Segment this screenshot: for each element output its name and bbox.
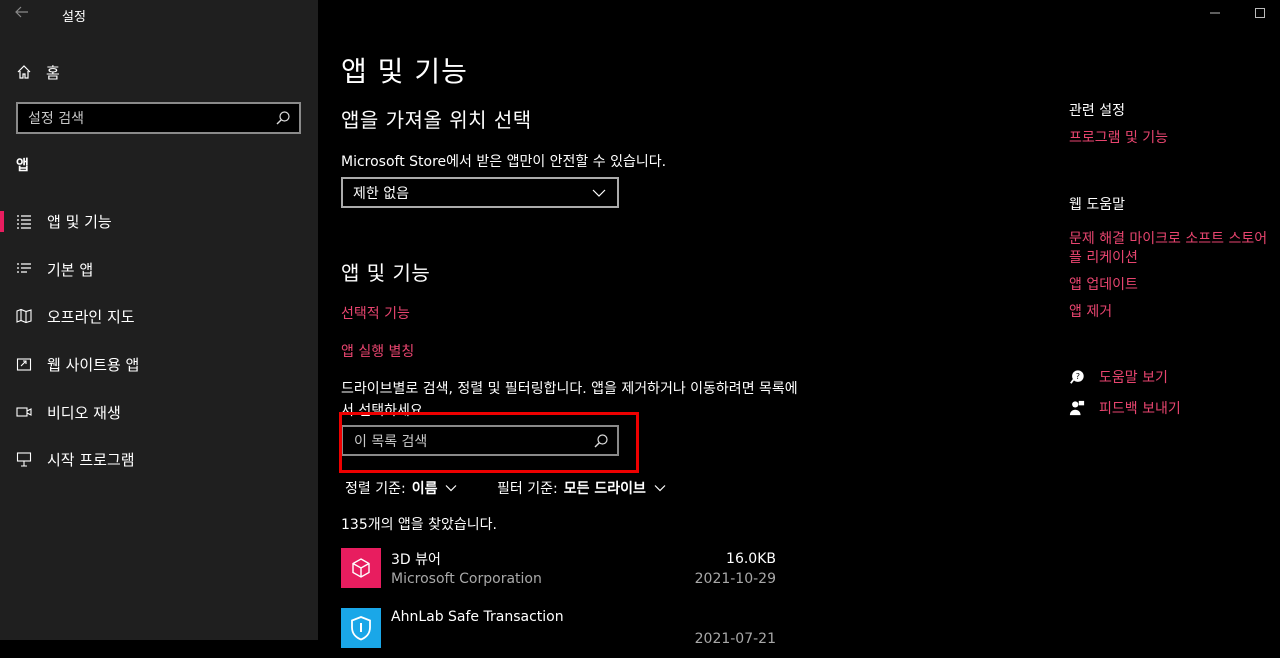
app-date: 2021-10-29 bbox=[694, 571, 776, 587]
selected-indicator bbox=[0, 211, 4, 232]
offline-maps-icon bbox=[16, 308, 32, 324]
sort-label: 정렬 기준: bbox=[345, 481, 406, 497]
app-publisher: Microsoft Corporation bbox=[391, 571, 542, 587]
page-title: 앱 및 기능 bbox=[341, 55, 468, 88]
get-help-label: 도움말 보기 bbox=[1099, 370, 1168, 386]
web-help-link-update[interactable]: 앱 업데이트 bbox=[1069, 274, 1138, 294]
sidebar-item-video-playback[interactable]: 비디오 재생 bbox=[0, 392, 318, 432]
app-count: 135개의 앱을 찾았습니다. bbox=[341, 517, 497, 533]
home-label: 홈 bbox=[46, 63, 60, 82]
app-execution-aliases-link[interactable]: 앱 실행 별칭 bbox=[341, 341, 414, 361]
web-help-link-store-cont[interactable]: 플 리케이션 bbox=[1069, 247, 1138, 267]
sidebar-item-startup[interactable]: 시작 프로그램 bbox=[0, 439, 318, 479]
install-source-description: Microsoft Store에서 받은 앱만이 안전할 수 있습니다. bbox=[341, 154, 667, 170]
chevron-down-icon bbox=[652, 480, 668, 496]
sidebar-item-label: 웹 사이트용 앱 bbox=[47, 355, 140, 374]
sort-dropdown[interactable]: 정렬 기준: 이름 bbox=[345, 478, 459, 498]
sidebar-item-apps-for-websites[interactable]: 웹 사이트용 앱 bbox=[0, 344, 318, 384]
web-help-link-store[interactable]: 문제 해결 마이크로 소프트 스토어 bbox=[1069, 228, 1267, 248]
sort-value: 이름 bbox=[411, 481, 438, 497]
sidebar: 설정 홈 설정 검색 앱 앱 및 기능 기본 앱 오프라인 지도 웹 사이트용 … bbox=[0, 0, 318, 640]
main-content: 앱 및 기능 앱을 가져올 위치 선택 Microsoft Store에서 받은… bbox=[318, 0, 1280, 648]
sidebar-item-label: 기본 앱 bbox=[47, 260, 94, 279]
related-settings-heading: 관련 설정 bbox=[1069, 103, 1125, 119]
app-name: AhnLab Safe Transaction bbox=[391, 609, 564, 625]
default-apps-icon bbox=[16, 261, 32, 277]
minimize-icon[interactable] bbox=[1205, 6, 1225, 24]
filter-value: 모든 드라이브 bbox=[563, 481, 646, 497]
get-help-link[interactable]: ? 도움말 보기 bbox=[1069, 367, 1168, 387]
3d-viewer-icon bbox=[341, 548, 381, 588]
app-date: 2021-07-21 bbox=[694, 631, 776, 647]
ahnlab-shield-icon bbox=[341, 608, 381, 648]
apps-list-icon bbox=[16, 213, 32, 229]
sidebar-item-label: 비디오 재생 bbox=[47, 403, 121, 422]
apps-for-websites-icon bbox=[16, 356, 32, 372]
web-help-link-uninstall[interactable]: 앱 제거 bbox=[1069, 301, 1112, 321]
sidebar-item-default-apps[interactable]: 기본 앱 bbox=[0, 249, 318, 289]
app-list-item[interactable]: AhnLab Safe Transaction 2021-07-21 bbox=[341, 608, 781, 658]
maximize-icon[interactable] bbox=[1250, 6, 1270, 24]
feedback-link[interactable]: 피드백 보내기 bbox=[1069, 398, 1181, 418]
home-icon bbox=[16, 64, 32, 80]
apps-features-heading: 앱 및 기능 bbox=[341, 261, 431, 285]
feedback-icon bbox=[1069, 400, 1085, 416]
back-arrow-icon[interactable] bbox=[14, 4, 34, 24]
chevron-down-icon bbox=[591, 185, 607, 201]
sidebar-item-label: 시작 프로그램 bbox=[47, 450, 135, 469]
sidebar-item-offline-maps[interactable]: 오프라인 지도 bbox=[0, 296, 318, 336]
feedback-label: 피드백 보내기 bbox=[1099, 401, 1181, 417]
app-name: 3D 뷰어 bbox=[391, 552, 441, 568]
app-size: 16.0KB bbox=[726, 551, 776, 567]
search-highlight-box bbox=[339, 412, 639, 473]
web-help-heading: 웹 도움말 bbox=[1069, 197, 1125, 213]
sidebar-item-label: 앱 및 기능 bbox=[47, 212, 112, 231]
svg-text:?: ? bbox=[1076, 372, 1080, 381]
filter-dropdown[interactable]: 필터 기준: 모든 드라이브 bbox=[497, 478, 668, 498]
window-title: 설정 bbox=[62, 10, 86, 25]
sidebar-section-label: 앱 bbox=[16, 158, 29, 174]
install-source-heading: 앱을 가져올 위치 선택 bbox=[341, 108, 532, 132]
app-list-item[interactable]: 3D 뷰어 Microsoft Corporation 16.0KB 2021-… bbox=[341, 548, 781, 598]
settings-search-placeholder: 설정 검색 bbox=[28, 111, 84, 127]
optional-features-link[interactable]: 선택적 기능 bbox=[341, 303, 410, 323]
chevron-down-icon bbox=[443, 480, 459, 496]
sidebar-item-label: 오프라인 지도 bbox=[47, 307, 135, 326]
install-source-selected: 제한 없음 bbox=[353, 185, 409, 202]
startup-icon bbox=[16, 451, 32, 467]
search-icon[interactable] bbox=[275, 110, 291, 126]
sidebar-item-apps-features[interactable]: 앱 및 기능 bbox=[0, 201, 318, 241]
programs-features-link[interactable]: 프로그램 및 기능 bbox=[1069, 127, 1168, 147]
filter-label: 필터 기준: bbox=[497, 481, 558, 497]
settings-search-input[interactable]: 설정 검색 bbox=[16, 102, 301, 134]
install-source-dropdown[interactable]: 제한 없음 bbox=[341, 177, 619, 208]
help-chat-icon: ? bbox=[1069, 369, 1085, 385]
sidebar-item-home[interactable]: 홈 bbox=[16, 60, 60, 84]
video-playback-icon bbox=[16, 404, 32, 420]
